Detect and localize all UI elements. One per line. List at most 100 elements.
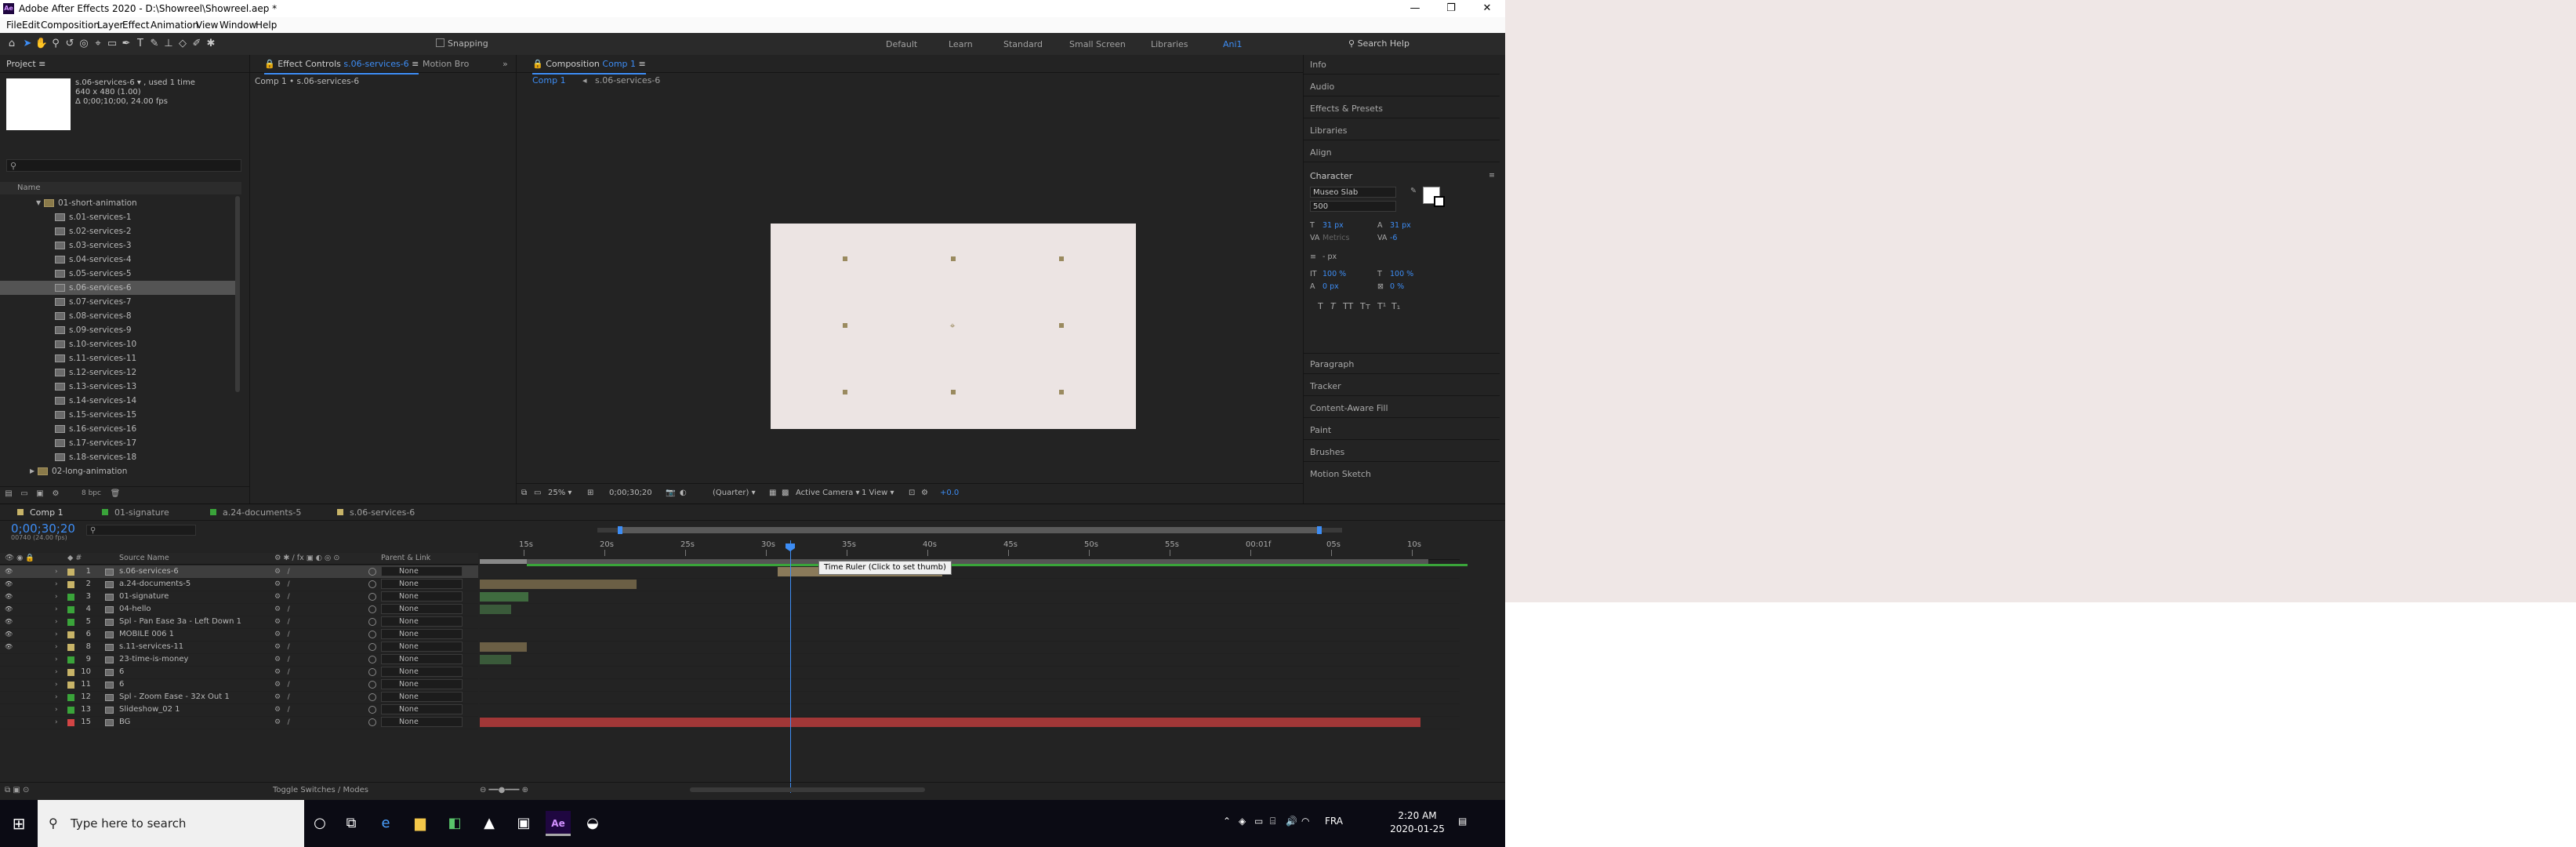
menu-edit[interactable]: Edit: [22, 20, 40, 31]
project-item[interactable]: s.18-services-18: [0, 450, 235, 464]
bounding-handle[interactable]: [951, 390, 956, 394]
resolution-dropdown[interactable]: (Quarter) ▾: [713, 489, 756, 497]
layer-duration-bar[interactable]: [480, 592, 528, 602]
zoom-dropdown[interactable]: 25% ▾: [548, 489, 571, 497]
label-color-icon[interactable]: [67, 606, 74, 613]
timeline-tab[interactable]: Comp 1: [17, 507, 63, 518]
visibility-eye-icon[interactable]: 👁: [5, 581, 13, 587]
tab-effect-controls[interactable]: 🔒 Effect Controls s.06-services-6 ≡: [264, 59, 419, 75]
layer-track[interactable]: [480, 691, 1460, 704]
menu-layer[interactable]: Layer: [97, 20, 123, 31]
layer-duration-bar[interactable]: [480, 605, 511, 614]
tray-battery-icon[interactable]: ▭: [1254, 816, 1263, 827]
minimize-button[interactable]: —: [1397, 0, 1433, 17]
input-language[interactable]: FRA: [1325, 816, 1343, 827]
panel-menu-icon[interactable]: ≡: [1489, 171, 1495, 180]
region-icon[interactable]: ▭: [534, 489, 541, 497]
project-item[interactable]: s.15-services-15: [0, 408, 235, 422]
layer-name[interactable]: 01-signature: [119, 591, 169, 603]
panel-content-aware-fill[interactable]: Content-Aware Fill: [1310, 403, 1388, 413]
file-explorer-icon[interactable]: ▆: [408, 811, 433, 836]
close-button[interactable]: ✕: [1469, 0, 1505, 17]
label-color-icon[interactable]: [67, 656, 74, 663]
parent-select[interactable]: None: [381, 704, 463, 714]
font-style-select[interactable]: 500: [1310, 201, 1396, 212]
project-item[interactable]: s.01-services-1: [0, 210, 235, 224]
interpret-footage-icon[interactable]: ▤: [3, 489, 14, 499]
visibility-eye-icon[interactable]: 👁: [5, 631, 13, 638]
bounding-handle[interactable]: [843, 256, 847, 261]
layer-track[interactable]: [480, 603, 1460, 616]
layer-switches-icon[interactable]: ⚙ ∕: [274, 691, 361, 703]
project-item[interactable]: s.02-services-2: [0, 224, 235, 238]
project-item[interactable]: s.16-services-16: [0, 422, 235, 436]
layer-row[interactable]: 👁 › 2 a.24-documents-5 ⚙ ∕ None: [0, 578, 478, 591]
layer-switches-icon[interactable]: ⚙ ∕: [274, 703, 361, 716]
layer-track[interactable]: [480, 616, 1460, 629]
project-item[interactable]: s.09-services-9: [0, 323, 235, 337]
pickwhip-icon[interactable]: [368, 593, 376, 601]
panel-info[interactable]: Info: [1310, 60, 1326, 70]
layer-switches-icon[interactable]: ⚙ ∕: [274, 653, 361, 666]
project-item[interactable]: s.13-services-13: [0, 380, 235, 394]
menu-animation[interactable]: Animation: [151, 20, 198, 31]
workspace-default[interactable]: Default: [886, 39, 917, 49]
layer-name[interactable]: MOBILE 006 1: [119, 628, 174, 641]
taskbar-search-box[interactable]: ⚲ Type here to search: [38, 800, 304, 847]
layer-track[interactable]: [480, 653, 1460, 667]
clone-stamp-icon[interactable]: ⊥: [161, 37, 176, 51]
type-tool-icon[interactable]: T: [133, 37, 147, 51]
label-color-icon[interactable]: [67, 569, 74, 576]
menu-file[interactable]: File: [6, 20, 22, 31]
leading-value[interactable]: 31 px: [1390, 221, 1411, 230]
chevron-right-icon[interactable]: ▶: [30, 464, 34, 478]
task-view-icon[interactable]: ⧉: [339, 811, 364, 836]
tray-network-icon[interactable]: ⌸: [1270, 816, 1275, 827]
menu-effect[interactable]: Effect: [122, 20, 150, 31]
timeline-scrollbar[interactable]: [690, 787, 925, 792]
hand-tool-icon[interactable]: ✋: [34, 37, 49, 51]
label-color-icon[interactable]: [67, 694, 74, 701]
workspace-learn[interactable]: Learn: [949, 39, 973, 49]
comp-canvas[interactable]: ⌖: [771, 224, 1136, 429]
always-preview-icon[interactable]: ⧉: [521, 489, 527, 497]
layer-track[interactable]: [480, 678, 1460, 692]
layer-track[interactable]: [480, 703, 1460, 717]
layer-name[interactable]: Spl - Pan Ease 3a - Left Down 1: [119, 616, 241, 628]
layer-name[interactable]: s.06-services-6: [119, 565, 179, 578]
layer-row[interactable]: 👁 › 4 04-hello ⚙ ∕ None: [0, 603, 478, 616]
new-comp-icon[interactable]: ▣: [34, 489, 45, 499]
stroke-color-swatch[interactable]: [1434, 196, 1445, 207]
project-item[interactable]: s.08-services-8: [0, 309, 235, 323]
timeline-tab[interactable]: 01-signature: [102, 507, 169, 518]
panel-paint[interactable]: Paint: [1310, 425, 1331, 435]
horizontal-scale-value[interactable]: 100 %: [1390, 270, 1413, 278]
visibility-eye-icon[interactable]: 👁: [5, 644, 13, 650]
project-item[interactable]: s.14-services-14: [0, 394, 235, 408]
adjust-settings-icon[interactable]: ⚙: [50, 489, 61, 499]
pickwhip-icon[interactable]: [368, 643, 376, 651]
bounding-handle[interactable]: [1059, 256, 1064, 261]
panel-align[interactable]: Align: [1310, 147, 1332, 158]
pickwhip-icon[interactable]: [368, 605, 376, 613]
bounding-handle[interactable]: [1059, 323, 1064, 328]
rotate-tool-icon[interactable]: ↺: [63, 37, 77, 51]
parent-select[interactable]: None: [381, 679, 463, 689]
tab-composition[interactable]: 🔒 Composition Comp 1 ≡: [532, 59, 646, 75]
layer-switches-icon[interactable]: ⚙ ∕: [274, 578, 361, 591]
layer-name[interactable]: Spl - Zoom Ease - 32x Out 1: [119, 691, 230, 703]
vertical-scale-value[interactable]: 100 %: [1322, 270, 1346, 278]
layer-row[interactable]: › 9 23-time-is-money ⚙ ∕ None: [0, 653, 478, 667]
project-item[interactable]: s.12-services-12: [0, 365, 235, 380]
layer-track[interactable]: [480, 591, 1460, 604]
layer-switches-icon[interactable]: ⚙ ∕: [274, 678, 361, 691]
visibility-eye-icon[interactable]: [5, 694, 13, 700]
parent-select[interactable]: None: [381, 604, 463, 614]
brush-tool-icon[interactable]: ✎: [147, 37, 161, 51]
roto-brush-icon[interactable]: ✐: [190, 37, 204, 51]
layer-name[interactable]: BG: [119, 716, 130, 729]
workspace-ani1[interactable]: Ani1: [1223, 39, 1243, 49]
pickwhip-icon[interactable]: [368, 681, 376, 689]
layer-duration-bar[interactable]: [480, 718, 1420, 727]
parent-select[interactable]: None: [381, 667, 463, 677]
